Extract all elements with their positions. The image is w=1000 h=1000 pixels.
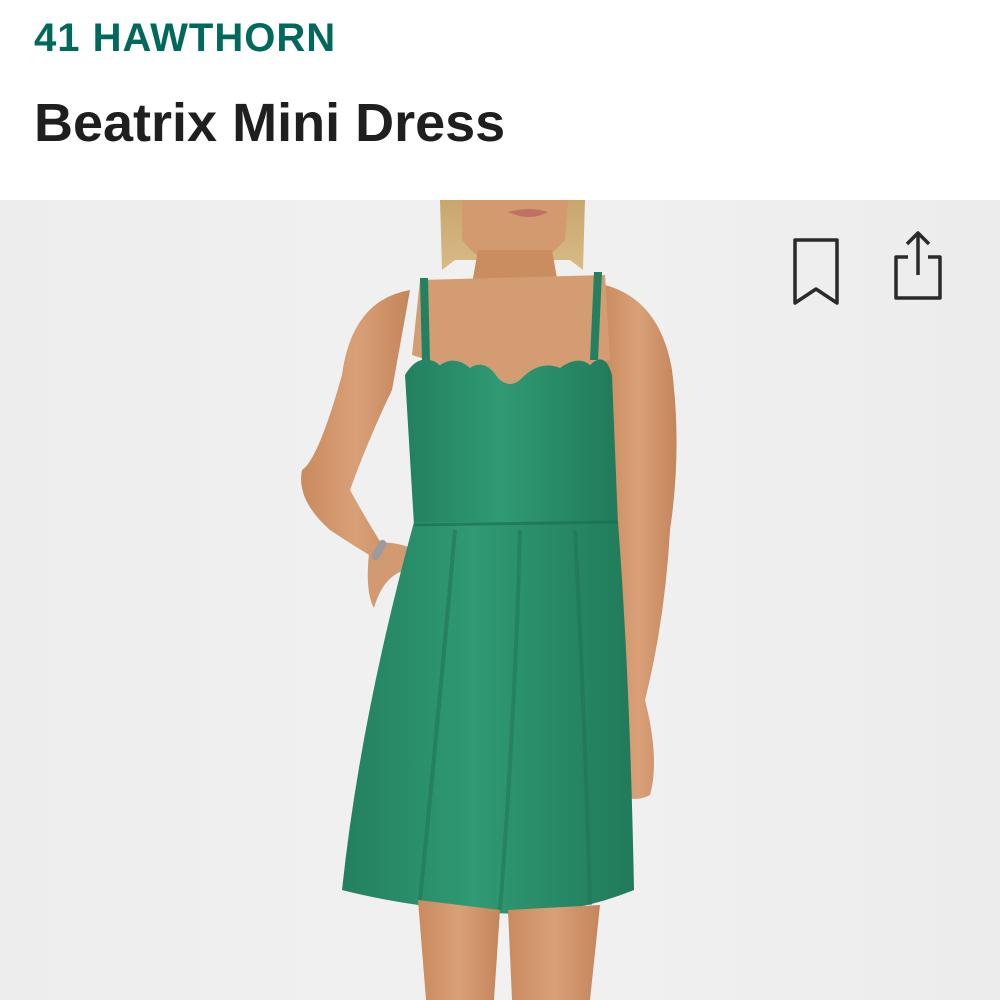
product-header: 41 HAWTHORN Beatrix Mini Dress bbox=[0, 0, 1000, 200]
product-page: 41 HAWTHORN Beatrix Mini Dress bbox=[0, 0, 1000, 1000]
product-title: Beatrix Mini Dress bbox=[34, 93, 506, 153]
left-leg bbox=[418, 900, 500, 1000]
save-button[interactable] bbox=[784, 232, 848, 312]
share-button[interactable] bbox=[886, 226, 950, 306]
bookmark-icon bbox=[793, 238, 839, 305]
product-image-area[interactable] bbox=[0, 200, 1000, 1000]
share-icon bbox=[894, 231, 942, 300]
dress-bodice bbox=[405, 359, 618, 525]
product-image[interactable] bbox=[0, 200, 1000, 1000]
brand-link[interactable]: 41 HAWTHORN bbox=[34, 14, 336, 62]
right-leg bbox=[508, 905, 600, 1000]
